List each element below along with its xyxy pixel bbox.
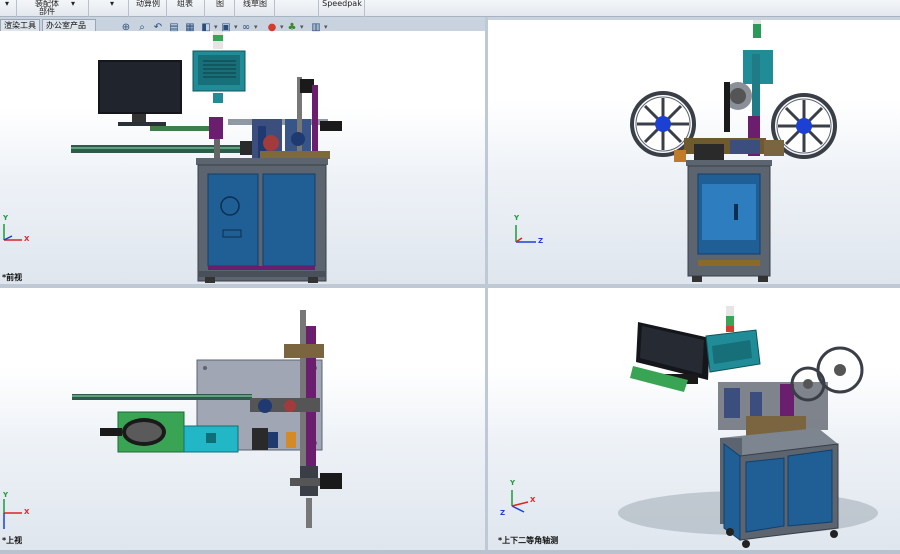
chevron-down-icon[interactable]: ▾ (234, 23, 238, 31)
ribbon-sketch-button[interactable]: 图 (212, 0, 228, 17)
triad-y-label: Y (3, 491, 9, 499)
top-view-model (3, 310, 342, 529)
front-view-model (3, 31, 342, 283)
viewport-splitter-vertical[interactable] (485, 17, 488, 554)
cabinet-door-left (207, 173, 259, 267)
triad-z-label: Z (500, 509, 506, 517)
hide-show-items-icon[interactable]: ∞ (240, 22, 252, 34)
ribbon-dropdown-icon[interactable]: ▾ (0, 0, 14, 17)
scene-icon[interactable]: ♣ (286, 22, 298, 34)
chevron-down-icon[interactable]: ▾ (254, 23, 258, 31)
ribbon-speedpak-line1: Speedpak (322, 0, 362, 8)
tab-office-products[interactable]: 办公室产品 (42, 19, 96, 31)
ribbon-bom-button[interactable]: 组表 (172, 0, 198, 17)
status-bar (0, 550, 900, 554)
right-view-model (515, 20, 837, 282)
ribbon-assembly-line2: 部件 (39, 7, 55, 16)
chevron-down-icon[interactable]: ▾ (300, 23, 304, 31)
view-name-front: *前视 (2, 273, 23, 282)
zoom-to-fit-icon[interactable]: ⊕ (120, 22, 132, 34)
chevron-down-icon[interactable]: ▾ (324, 23, 328, 31)
appearance-icon[interactable]: ● (266, 22, 278, 34)
previous-view-icon[interactable]: ↶ (152, 22, 164, 34)
zoom-area-icon[interactable]: ⌕ (136, 22, 148, 34)
triad-x-label: X (24, 235, 30, 243)
triad-x-label: X (530, 496, 536, 504)
view-orientation-icon[interactable]: ◧ (200, 22, 212, 34)
tab-render-tools[interactable]: 渲染工具 (0, 19, 40, 31)
section-view-icon[interactable]: ▤ (168, 22, 180, 34)
display-style-icon[interactable]: ▣ (220, 22, 232, 34)
viewport-splitter-horizontal[interactable] (0, 284, 900, 288)
view-name-isometric: *上下二等角轴测 (498, 536, 559, 545)
view-name-top: *上视 (2, 536, 23, 545)
ribbon-assembly-button[interactable]: 装配体 部件 (28, 0, 66, 17)
ribbon-explode-sketch-button[interactable]: 线草图 (238, 0, 272, 17)
heads-up-view-toolbar: ⊕ ⌕ ↶ ▤ ▦ ◧ ▾ ▣ ▾ ∞ ▾ ● ▾ ♣ ▾ ▥ ▾ (118, 20, 344, 36)
cabinet-door-right (262, 173, 316, 267)
isometric-view-model (511, 306, 878, 548)
ribbon-bom-line2: 组表 (177, 0, 193, 8)
dynamic-annotation-icon[interactable]: ▦ (184, 22, 196, 34)
viewport-isometric[interactable]: Y X Z *上下二等角轴测 (488, 288, 900, 550)
chevron-down-icon[interactable]: ▾ (68, 0, 78, 17)
chevron-down-icon[interactable]: ▾ (214, 23, 218, 31)
chevron-down-icon[interactable]: ▾ (106, 0, 118, 17)
ribbon-motion-button[interactable]: 动算例 (132, 0, 164, 17)
viewport-right[interactable]: Y Z (488, 20, 900, 284)
ribbon-speedpak-button[interactable]: Speedpak (320, 0, 364, 17)
ribbon-motion-line2: 动算例 (136, 0, 160, 8)
triad-y-label: Y (514, 214, 520, 222)
triad-y-label: Y (510, 479, 516, 487)
ribbon-sketch-line2: 图 (216, 0, 224, 8)
solidworks-window: ▾ 装配体 部件 ▾ ▾ 动算例 组表 图 线草图 Speedpak 渲染工具 … (0, 0, 900, 554)
table-top (196, 158, 328, 165)
command-ribbon: ▾ 装配体 部件 ▾ ▾ 动算例 组表 图 线草图 Speedpak (0, 0, 900, 17)
triad-y-label: Y (3, 214, 9, 222)
viewport-front[interactable]: Y X *前视 (0, 31, 485, 284)
ribbon-explode-line2: 线草图 (243, 0, 267, 8)
triad-z-label: Z (538, 237, 544, 245)
view-settings-icon[interactable]: ▥ (310, 22, 322, 34)
triad-x-label: X (24, 508, 30, 516)
chevron-down-icon[interactable]: ▾ (280, 23, 284, 31)
viewport-top[interactable]: Y X *上视 (0, 288, 485, 550)
